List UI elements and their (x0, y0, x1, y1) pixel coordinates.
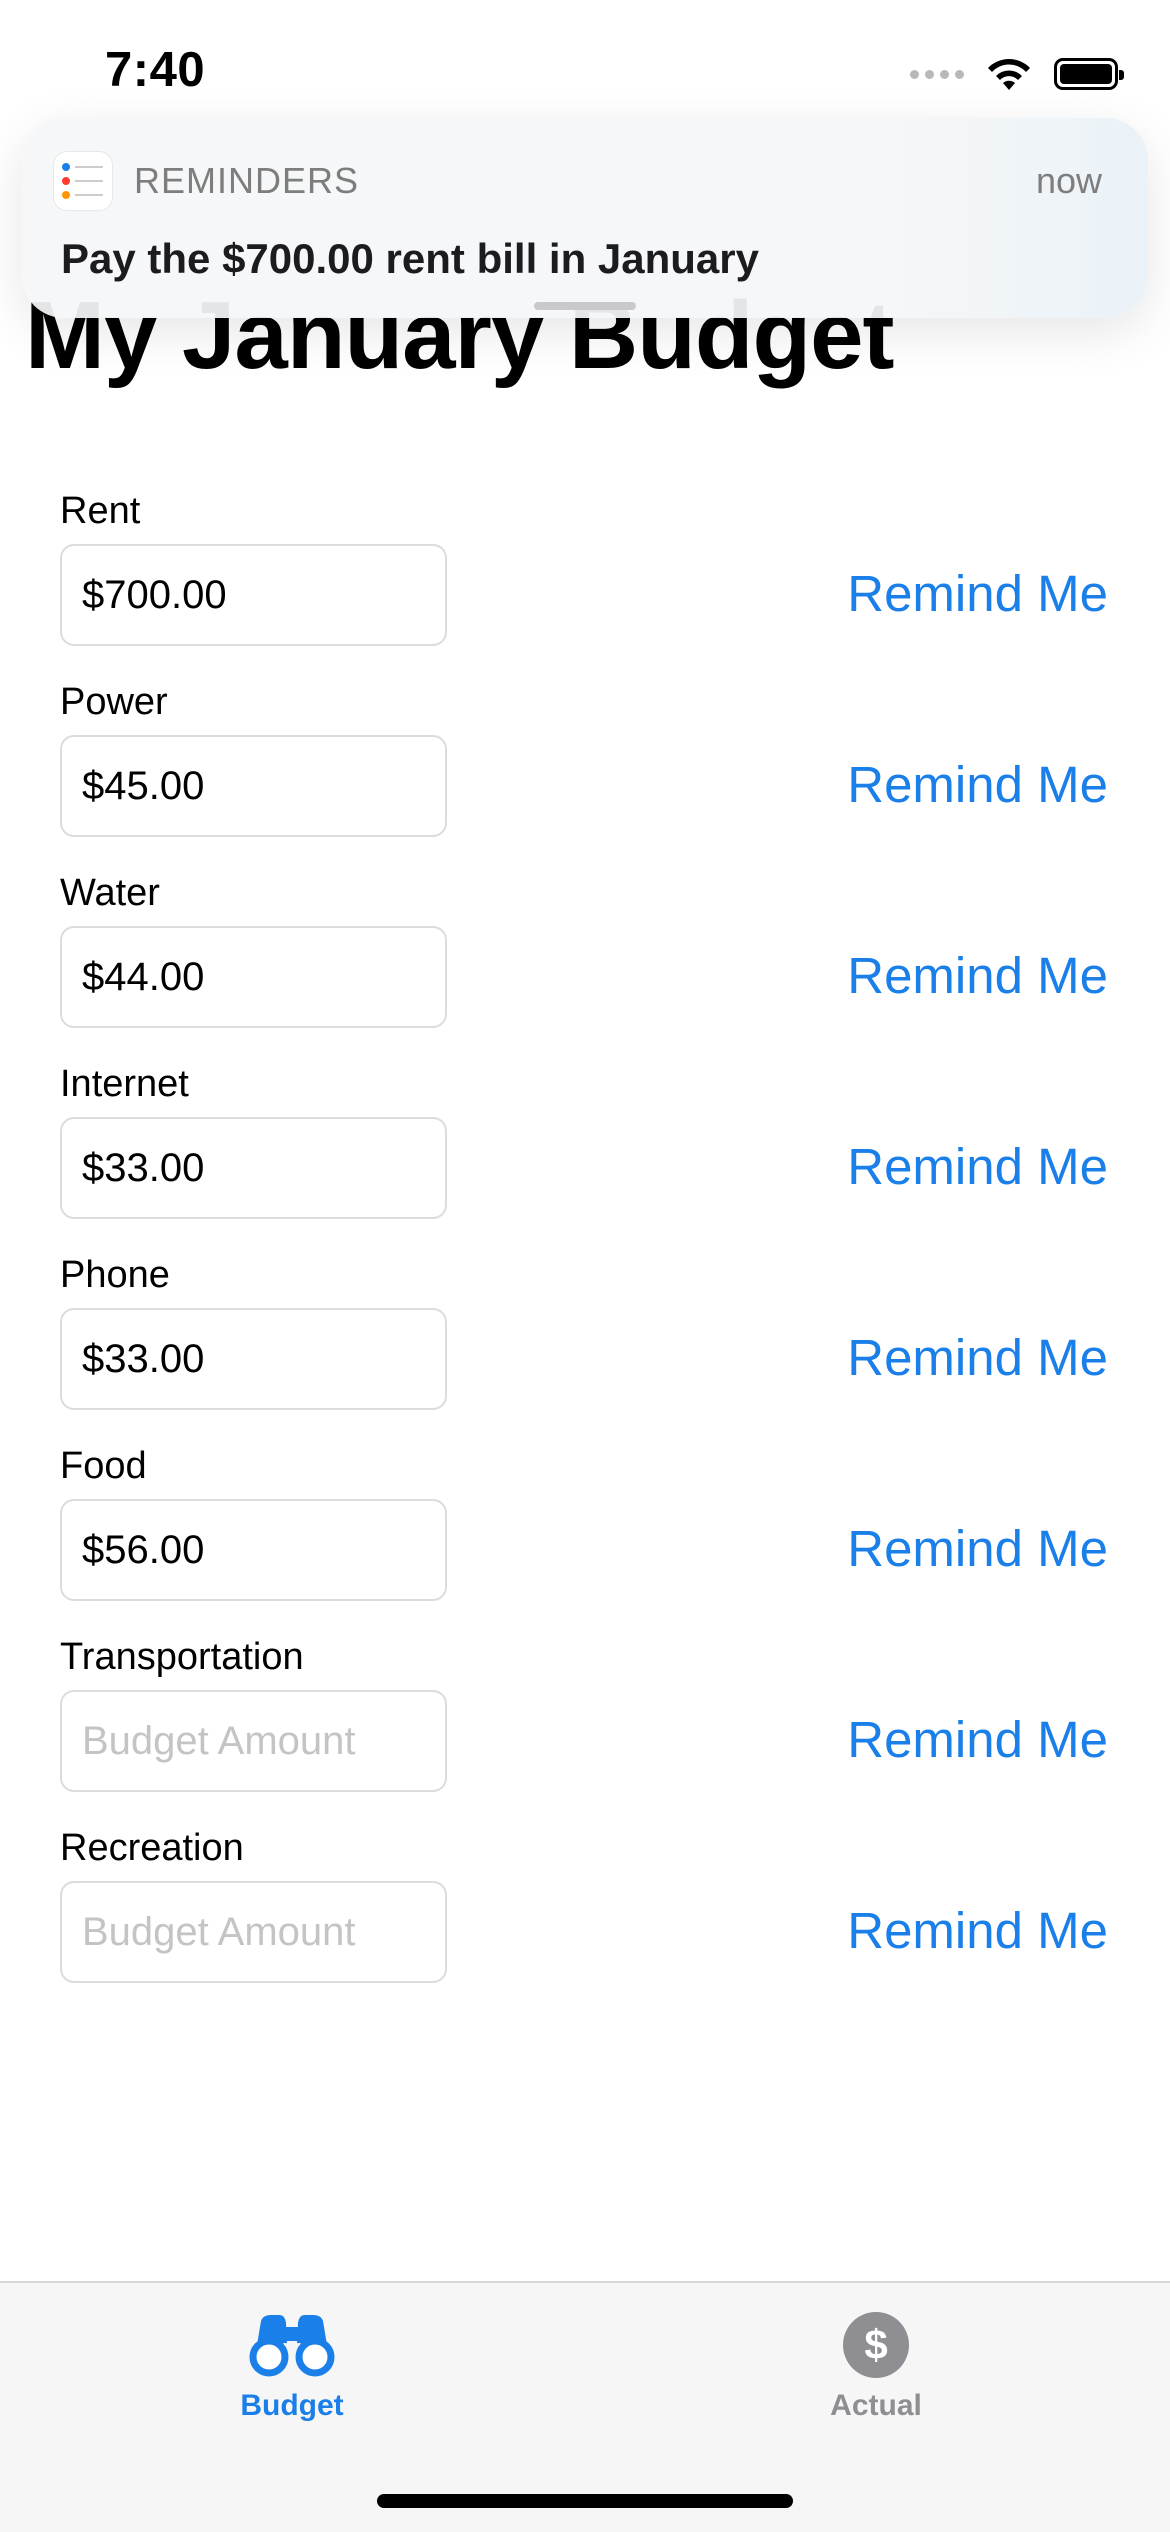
phone-label: Phone (60, 1254, 170, 1296)
status-icons (910, 52, 1124, 96)
budget-row-phone: Phone Remind Me (0, 1242, 1170, 1433)
wifi-icon (988, 59, 1030, 90)
notification-app-name: REMINDERS (134, 160, 360, 201)
power-remind-me-button[interactable]: Remind Me (847, 755, 1108, 814)
rent-remind-me-button[interactable]: Remind Me (847, 564, 1108, 623)
dollar-symbol: $ (843, 2312, 909, 2378)
budget-row-transportation: Transportation Remind Me (0, 1624, 1170, 1815)
transportation-label: Transportation (60, 1636, 304, 1678)
budget-row-power: Power Remind Me (0, 669, 1170, 860)
notification-message: Pay the $700.00 rent bill in January (61, 235, 759, 282)
phone-remind-me-button[interactable]: Remind Me (847, 1328, 1108, 1387)
reminders-app-icon (54, 152, 112, 210)
recreation-remind-me-button[interactable]: Remind Me (847, 1901, 1108, 1960)
transportation-amount-input[interactable] (60, 1690, 447, 1792)
budget-list: Rent Remind Me Power Remind Me Water Rem… (0, 478, 1170, 2006)
power-amount-input[interactable] (60, 735, 447, 837)
water-label: Water (60, 872, 160, 914)
dollar-circle-icon: $ (776, 2305, 976, 2385)
notification-time: now (1035, 160, 1102, 201)
status-time: 7:40 (105, 43, 206, 97)
phone-amount-input[interactable] (60, 1308, 447, 1410)
notification-grabber-handle[interactable] (534, 302, 636, 310)
battery-icon (1054, 58, 1124, 90)
rent-label: Rent (60, 490, 141, 532)
recreation-label: Recreation (60, 1827, 244, 1869)
power-label: Power (60, 681, 168, 723)
food-remind-me-button[interactable]: Remind Me (847, 1519, 1108, 1578)
transportation-remind-me-button[interactable]: Remind Me (847, 1710, 1108, 1769)
budget-row-rent: Rent Remind Me (0, 478, 1170, 669)
budget-row-water: Water Remind Me (0, 860, 1170, 1051)
food-label: Food (60, 1445, 147, 1487)
water-amount-input[interactable] (60, 926, 447, 1028)
tab-budget[interactable]: Budget (192, 2305, 392, 2445)
water-remind-me-button[interactable]: Remind Me (847, 946, 1108, 1005)
budget-row-food: Food Remind Me (0, 1433, 1170, 1624)
internet-label: Internet (60, 1063, 189, 1105)
internet-remind-me-button[interactable]: Remind Me (847, 1137, 1108, 1196)
binoculars-icon (192, 2305, 392, 2385)
home-indicator[interactable] (377, 2494, 793, 2508)
tab-actual[interactable]: $ Actual (776, 2305, 976, 2445)
food-amount-input[interactable] (60, 1499, 447, 1601)
tab-actual-label: Actual (830, 2389, 922, 2422)
internet-amount-input[interactable] (60, 1117, 447, 1219)
tab-budget-label: Budget (240, 2389, 344, 2422)
recreation-amount-input[interactable] (60, 1881, 447, 1983)
reminder-notification[interactable]: REMINDERS now Pay the $700.00 rent bill … (22, 118, 1148, 318)
rent-amount-input[interactable] (60, 544, 447, 646)
budget-row-recreation: Recreation Remind Me (0, 1815, 1170, 2006)
cellular-signal-icon (910, 69, 964, 79)
budget-row-internet: Internet Remind Me (0, 1051, 1170, 1242)
